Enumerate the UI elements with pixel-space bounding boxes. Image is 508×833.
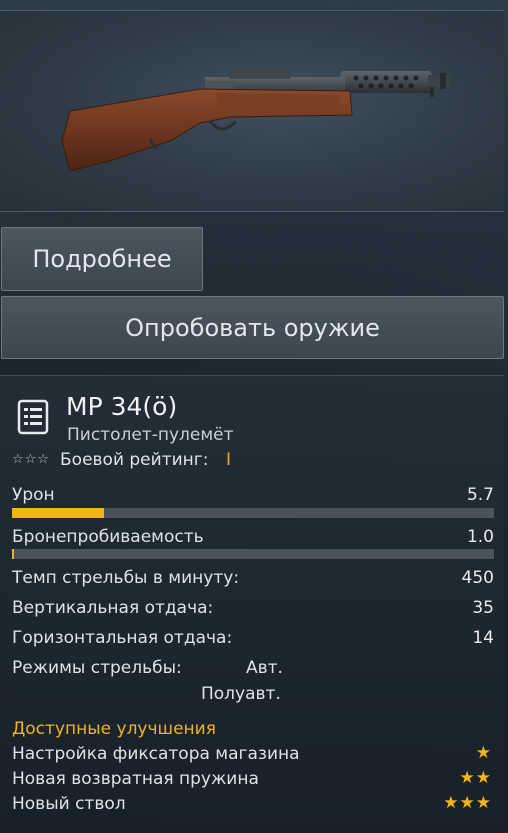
upgrade-item: Настройка фиксатора магазина [12,744,300,764]
weapon-list-icon [17,399,49,435]
damage-bar [12,508,494,518]
upgrade-star-icon: ★★★ [443,793,492,813]
weapon-image [61,69,450,172]
fire-modes-label: Режимы стрельбы: [12,658,182,678]
upgrade-item: Новая возвратная пружина [12,769,259,789]
upgrade-star-icon: ★ [475,743,492,763]
battle-rating-label: Боевой рейтинг: [60,450,209,470]
horizontal-recoil-value: 14 [472,628,494,648]
damage-label: Урон [12,485,55,505]
penetration-bar [12,549,494,559]
weapon-class: Пистолет-пулемёт [67,425,234,445]
upgrades-title: Доступные улучшения [12,719,216,739]
horizontal-recoil-label: Горизонтальная отдача: [12,628,233,648]
penetration-label: Бронепробиваемость [12,527,204,547]
upgrade-item: Новый ствол [12,794,126,814]
rating-stars-icon: ☆☆☆ [12,452,50,467]
weapon-preview [0,10,504,212]
vertical-recoil-label: Вертикальная отдача: [12,598,214,618]
vertical-recoil-value: 35 [472,598,494,618]
damage-bar-fill [12,508,104,518]
fire-mode-auto: Авт. [246,658,283,678]
rate-of-fire-value: 450 [461,568,494,588]
penetration-bar-fill [12,549,14,559]
upgrade-star-icon: ★★ [459,768,492,788]
penetration-value: 1.0 [466,527,494,547]
try-weapon-button[interactable]: Опробовать оружие [1,296,504,359]
damage-value: 5.7 [466,485,494,505]
battle-rating-value: I [226,450,232,470]
fire-mode-semi: Полуавт. [201,684,281,704]
weapon-name: MP 34(ö) [66,392,178,421]
rate-of-fire-label: Темп стрельбы в минуту: [12,568,240,588]
details-button[interactable]: Подробнее [1,227,203,291]
